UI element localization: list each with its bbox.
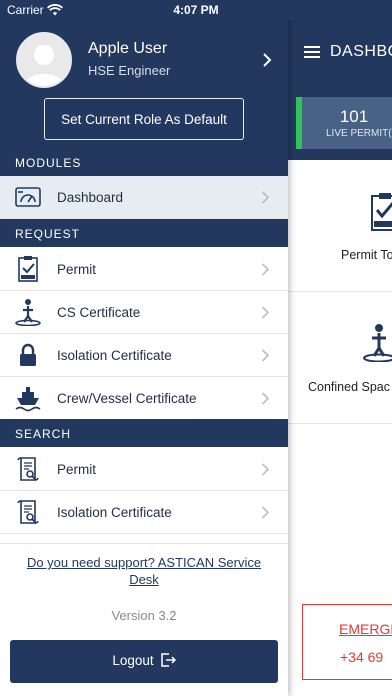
emergency-contact-box[interactable]: EMERGE +34 69 [302, 604, 392, 680]
sidebar-item-label: CS Certificate [57, 305, 141, 320]
navigation-drawer: Apple User HSE Engineer Set Current Role… [0, 0, 288, 696]
user-role: HSE Engineer [88, 63, 171, 78]
chevron-right-icon[interactable] [262, 53, 272, 67]
user-name: Apple User [88, 40, 168, 57]
tile-label: Confined Spac [308, 380, 391, 394]
section-header-modules: MODULES [0, 148, 288, 176]
section-header-search: SEARCH [0, 419, 288, 447]
page-title: DASHBO [330, 43, 392, 60]
emergency-phone[interactable]: +34 69 [340, 649, 383, 665]
chevron-right-icon [261, 306, 270, 319]
status-bar: Carrier 4:07 PM [0, 0, 392, 20]
tile-label: Permit To [341, 248, 392, 262]
emergency-title: EMERGE [339, 621, 392, 637]
scroll-search-icon [17, 500, 39, 524]
permit-clipboard-icon [18, 256, 38, 282]
chevron-right-icon [261, 191, 270, 204]
profile-header[interactable]: Apple User HSE Engineer Set Current Role… [0, 20, 288, 148]
sidebar-item-label: Dashboard [57, 190, 124, 205]
logout-button[interactable]: Logout [10, 640, 278, 683]
sidebar-item-cs-certificate[interactable]: CS Certificate [0, 291, 288, 334]
confined-space-icon [363, 324, 392, 362]
chevron-right-icon [261, 263, 270, 276]
permit-clipboard-icon [371, 193, 392, 231]
scroll-search-icon [17, 457, 39, 481]
sidebar-item-isolation-certificate[interactable]: Isolation Certificate [0, 334, 288, 377]
chevron-right-icon [261, 392, 270, 405]
live-permits-count: 101 [339, 107, 369, 126]
clock: 4:07 PM [173, 3, 219, 17]
confined-space-icon [15, 299, 41, 326]
list-item-partial [0, 534, 288, 544]
set-role-default-button[interactable]: Set Current Role As Default [44, 98, 244, 140]
logout-icon [160, 653, 176, 670]
sidebar-item-label: Permit [57, 262, 97, 277]
live-permits-label: LIVE PERMIT(S [326, 128, 392, 139]
ship-icon [15, 387, 41, 412]
section-header-request: REQUEST [0, 219, 288, 247]
support-link[interactable]: Do you need support? ASTICAN Service Des… [14, 554, 274, 588]
sidebar-item-dashboard[interactable]: Dashboard [0, 176, 288, 219]
dashboard-background: DASHBO 101 LIVE PERMIT(S Permit To Confi… [288, 0, 392, 696]
sidebar-item-search-isolation-certificate[interactable]: Isolation Certificate [0, 491, 288, 534]
sidebar-item-search-permit[interactable]: Permit [0, 448, 288, 491]
sidebar-item-crew-vessel-certificate[interactable]: Crew/Vessel Certificate [0, 377, 288, 420]
chevron-right-icon [261, 506, 270, 519]
permit-to-work-tile[interactable]: Permit To [288, 160, 392, 292]
sidebar-item-label: Isolation Certificate [57, 348, 172, 363]
confined-space-tile[interactable]: Confined Spac [288, 292, 392, 424]
avatar [16, 32, 72, 88]
logout-label: Logout [112, 653, 154, 669]
sidebar-item-label: Isolation Certificate [57, 505, 172, 520]
chevron-right-icon [261, 463, 270, 476]
user-silhouette-icon [18, 34, 70, 86]
version-label: Version 3.2 [111, 608, 177, 623]
sidebar-item-permit[interactable]: Permit [0, 248, 288, 291]
hamburger-menu-icon[interactable] [304, 46, 320, 58]
chevron-right-icon [261, 349, 270, 362]
lock-icon [20, 343, 36, 366]
sidebar-item-label: Permit [57, 462, 97, 477]
sidebar-item-label: Crew/Vessel Certificate [57, 391, 197, 406]
dashboard-icon [15, 187, 41, 207]
live-permits-card[interactable]: 101 LIVE PERMIT(S [296, 97, 392, 149]
